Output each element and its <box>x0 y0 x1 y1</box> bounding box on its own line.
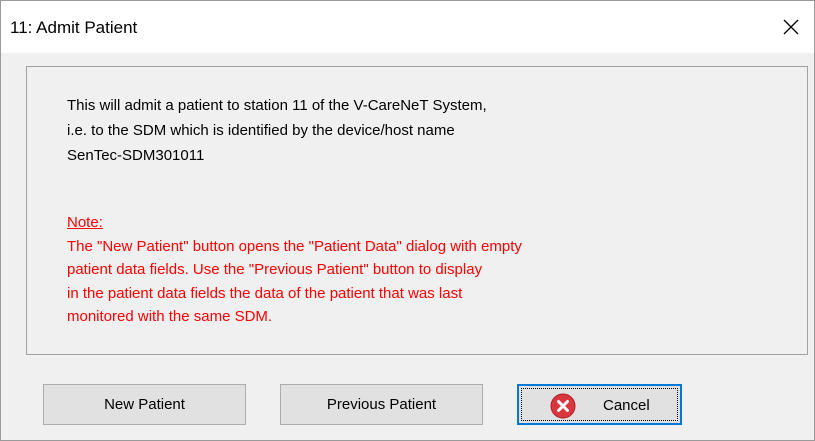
note-line: patient data fields. Use the "Previous P… <box>67 261 483 278</box>
new-patient-label: New Patient <box>104 396 185 413</box>
admit-message: This will admit a patient to station 11 … <box>67 93 487 168</box>
note-line: in the patient data fields the data of t… <box>67 284 463 302</box>
previous-patient-label: Previous Patient <box>326 396 437 413</box>
note-label: Note: <box>67 214 103 231</box>
admit-patient-dialog: 11: Admit Patient This will admit a pati… <box>0 0 815 441</box>
title-bar: 11: Admit Patient <box>1 1 814 53</box>
close-icon <box>783 19 799 35</box>
cancel-label: Cancel <box>603 397 650 414</box>
note-line: monitored with the same SDM. <box>67 308 273 325</box>
focus-rectangle: Cancel <box>521 388 678 421</box>
message-line: i.e. to the SDM which is identified by t… <box>67 122 455 139</box>
note-block: Note: The "New Patient" button opens the… <box>67 211 522 329</box>
cancel-button[interactable]: Cancel <box>517 384 682 425</box>
close-button[interactable] <box>768 1 814 53</box>
new-patient-button[interactable]: New Patient <box>43 384 246 425</box>
note-line: The "New Patient" button opens the "Pati… <box>67 237 522 255</box>
error-circle-x-icon <box>550 393 576 419</box>
info-panel: This will admit a patient to station 11 … <box>26 66 808 355</box>
previous-patient-button[interactable]: Previous Patient <box>280 384 483 425</box>
message-line: SenTec-SDM301011 <box>67 147 205 164</box>
window-title: 11: Admit Patient <box>10 18 138 37</box>
message-line: This will admit a patient to station 11 … <box>67 97 487 114</box>
